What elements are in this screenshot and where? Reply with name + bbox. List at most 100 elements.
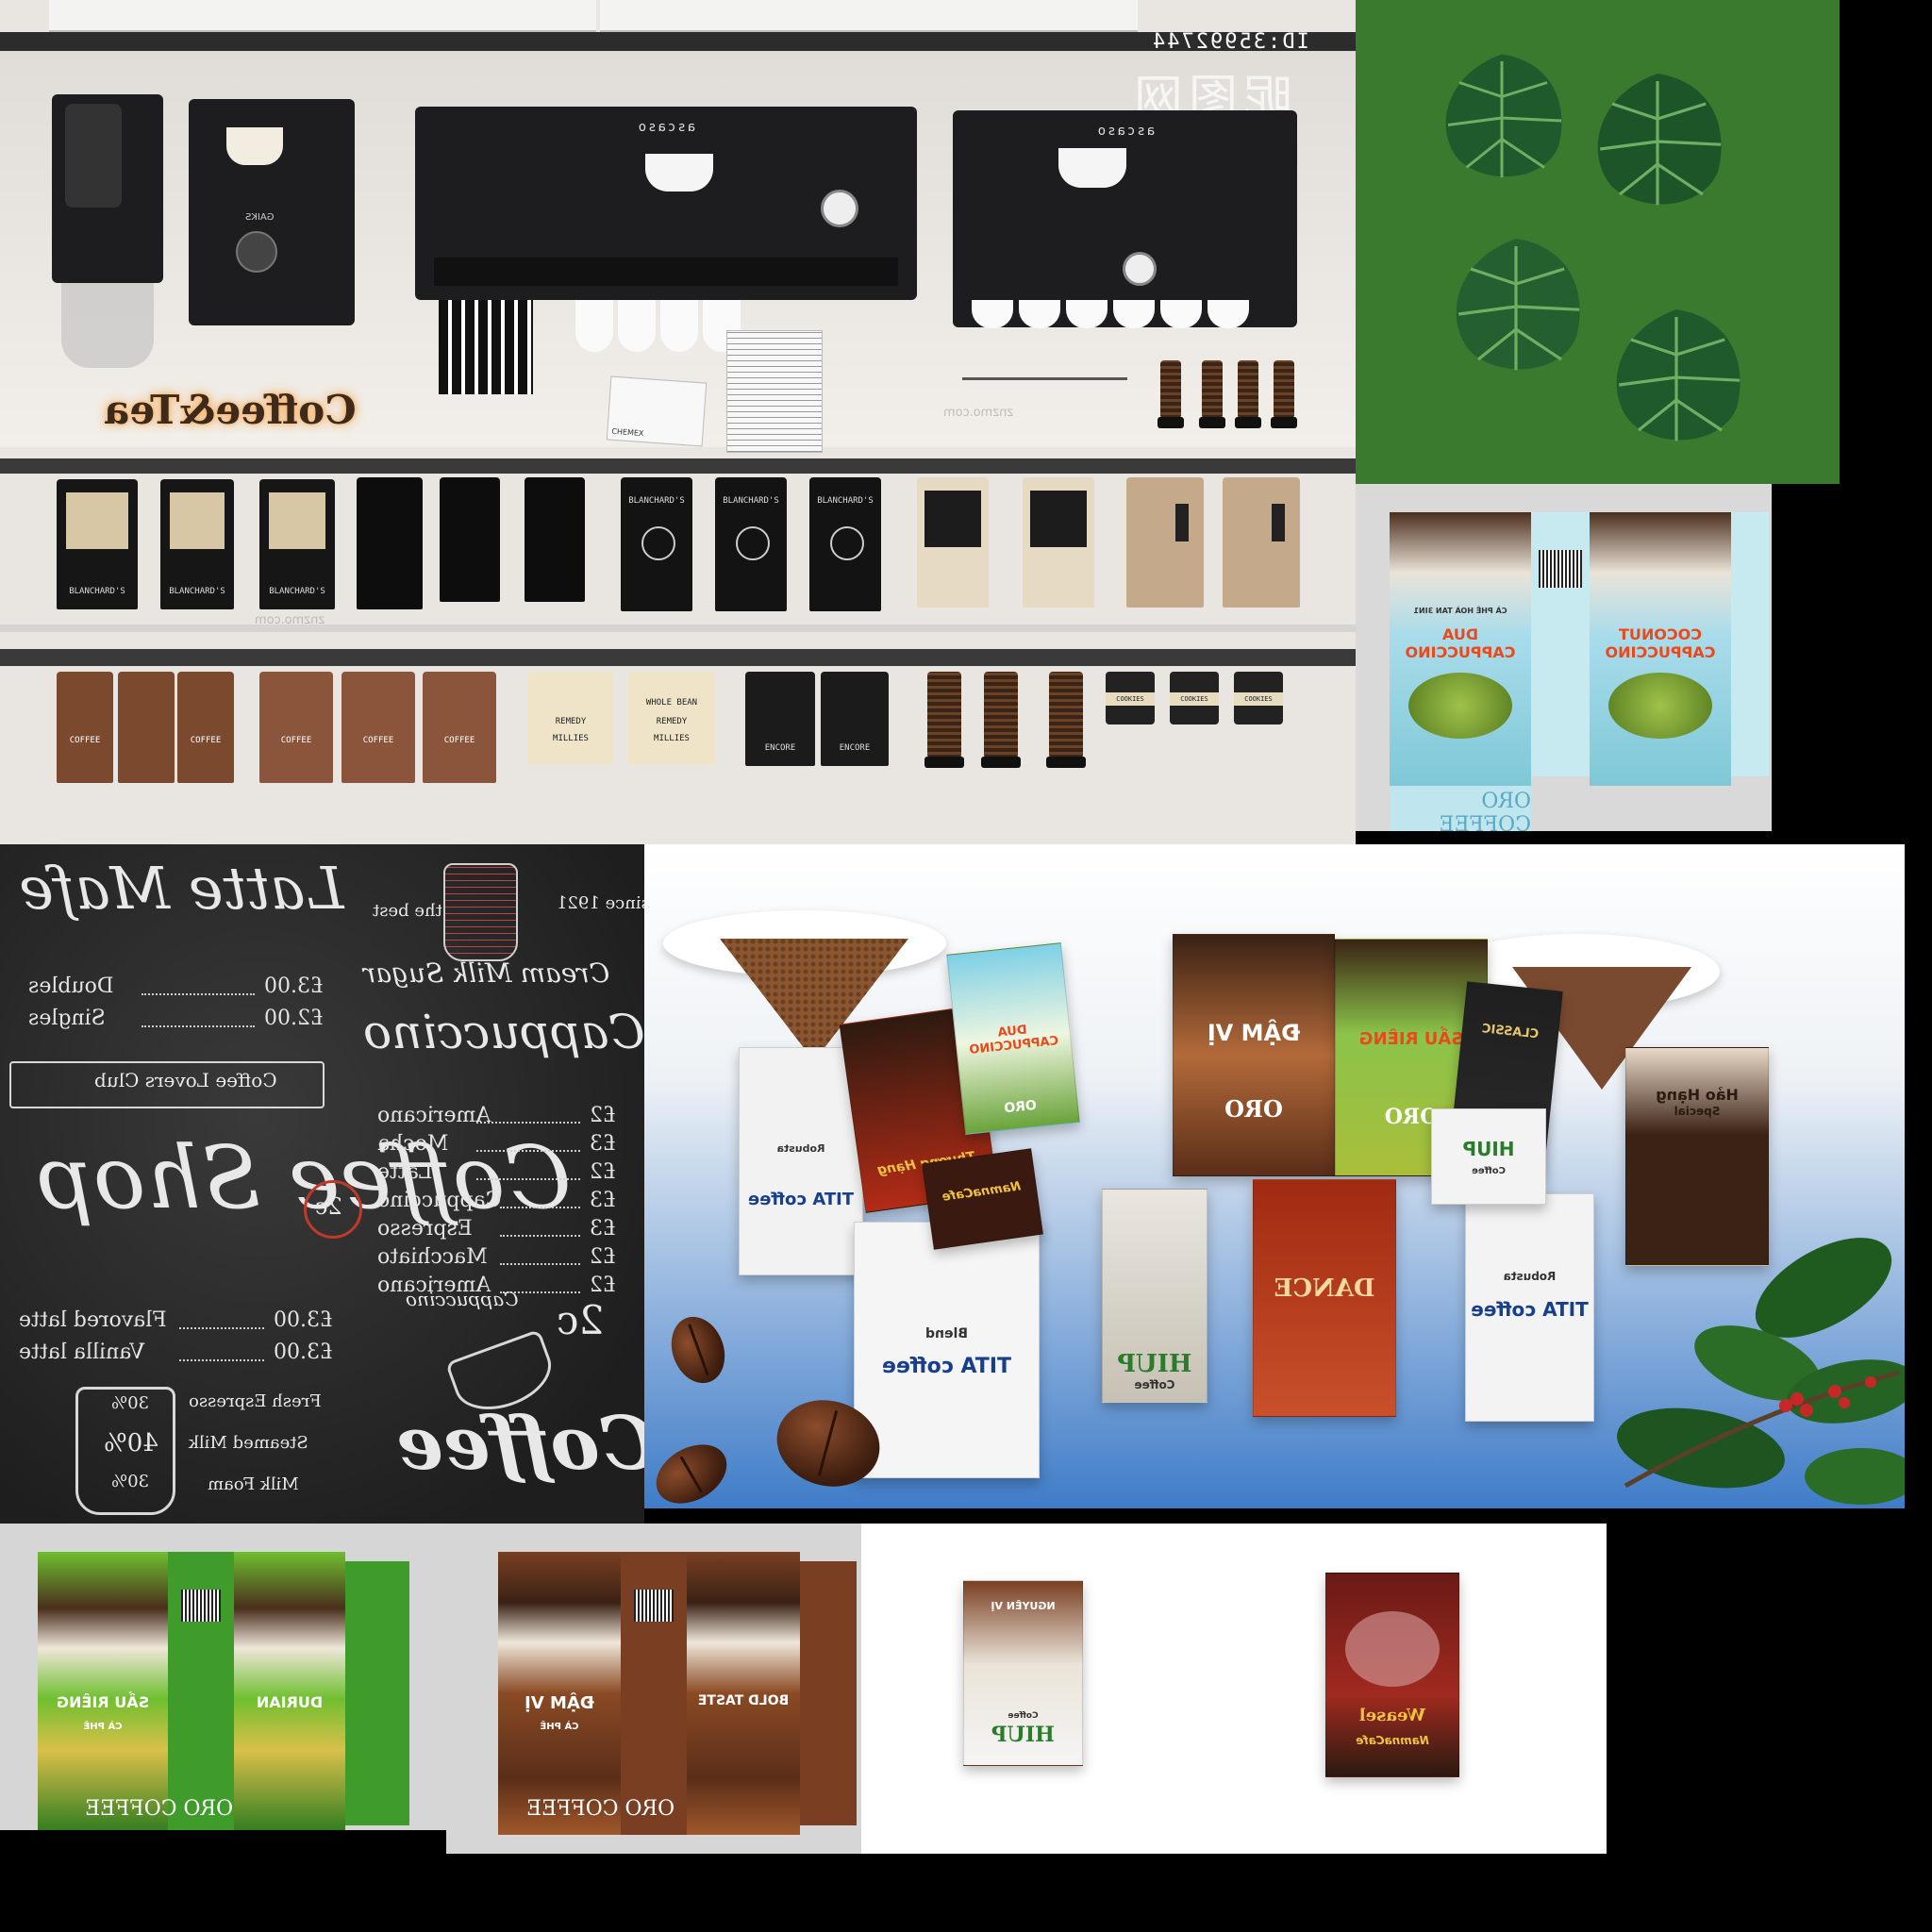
package-name: HIUP (1117, 1350, 1192, 1378)
blue-box-dieline: DUA CAPPUCCINO CÀ PHÊ HOÀ TAN 3IN1 ORO C… (1356, 484, 1772, 831)
cup-layer: 40% (104, 1429, 158, 1457)
menu-item-name: Cappuccino (377, 1189, 502, 1212)
black-gap (446, 1854, 861, 1932)
box-face-front: ĐẬM VỊ CÀ PHÊ (498, 1552, 621, 1835)
chalk-title: Latte Mafe (19, 854, 344, 923)
face-tagline: CÀ PHÊ (83, 1722, 123, 1732)
fruit-icon (1408, 673, 1512, 739)
grinder-jar (61, 283, 154, 368)
coffee-jar (924, 672, 964, 768)
menu-dots (500, 1207, 580, 1208)
bag-label: MILLIES (553, 734, 589, 743)
box-side (345, 1561, 409, 1825)
menu-item-name: Singles (28, 1007, 106, 1030)
package-box: HIUP Coffee (1431, 1108, 1546, 1205)
small-espresso-machine: GAIKS (189, 99, 355, 325)
chalk-since: since 1921 (557, 893, 644, 913)
brand-logo: ORO COFFEE (526, 1797, 675, 1821)
logo-badge (736, 526, 770, 560)
face-tagline: CÀ PHÊ (540, 1722, 579, 1732)
coffee-bag: COFFEE (57, 672, 113, 783)
monstera-leaf-icon (1597, 74, 1722, 206)
shelf-rail (0, 649, 1356, 666)
poster-text: CHEMEX (611, 426, 644, 439)
cup-icon (575, 300, 613, 352)
fruit-icon (1608, 673, 1712, 739)
box-name: Weasel (1358, 1706, 1426, 1725)
black-gap (644, 1508, 1905, 1524)
menu-item-name: Americano (377, 1104, 491, 1127)
coffee-bean-icon (645, 1432, 738, 1508)
barcode-icon (1539, 550, 1582, 588)
coffee-cup-icon (443, 863, 518, 961)
coffee-bag: ENCORE (821, 672, 889, 766)
chalk-ribbon: Coffee Lovers Club (94, 1069, 277, 1091)
bag-label: BLANCHARD'S (169, 587, 225, 596)
menu-item-price: £3 (590, 1217, 616, 1241)
chalk-cream: Cream Milk Sugar (363, 958, 610, 989)
coffee-bag: BLANCHARD'S (57, 479, 138, 609)
knob-icon (236, 231, 277, 273)
cup-icon (618, 300, 656, 352)
cookie-tin: COOKIES (1234, 672, 1283, 724)
control-strip (434, 258, 898, 286)
package-box: NamnaCafe (922, 1148, 1043, 1250)
box-sub: NamnaCafe (1356, 1734, 1429, 1747)
barcode-icon (181, 1590, 221, 1622)
machine-brand: ascaso (636, 120, 696, 135)
coffee-bag: REMEDY MILLIES (528, 672, 613, 764)
package-brand: Coffee (1472, 1166, 1506, 1176)
menu-item-price: £3.00 (274, 1308, 333, 1332)
chalkboard-menu: Latte Mafe the best since 1921 Cream Mil… (0, 844, 644, 1524)
menu-item-price: £3.00 (264, 974, 324, 998)
coffee-bag (917, 477, 989, 608)
package-box: DANCE (1253, 1179, 1396, 1417)
face-tagline: CÀ PHÊ HOÀ TAN 3IN1 (1413, 607, 1507, 615)
package-name: ĐẬM VỊ (1207, 1020, 1301, 1046)
green-box-dieline: SẦU RIÊNG CÀ PHÊ DURIAN ORO COFFEE (0, 1524, 446, 1830)
bag-label: COFFEE (280, 736, 312, 745)
coffee-bag (118, 672, 175, 783)
menu-item-name: Doubles (28, 974, 114, 998)
cup-side-label: Fresh Espresso (189, 1391, 322, 1411)
box-side (1531, 512, 1590, 776)
package-name: TITA coffee (882, 1355, 1011, 1378)
black-gap (1607, 1524, 1932, 1932)
coffee-bag: BLANCHARD'S (621, 477, 692, 611)
coffee-bag (525, 477, 585, 602)
paper-cups (439, 300, 533, 394)
package-brand: Robusta (1503, 1270, 1557, 1283)
brand-logo: ORO COFFEE (1439, 790, 1531, 831)
menu-dots (500, 1263, 580, 1265)
bag-window (1272, 504, 1285, 541)
package-name: Hảo Hạng (1656, 1086, 1739, 1104)
package-brand: ORO (1224, 1095, 1283, 1123)
bag-illustration (170, 492, 225, 549)
menu-dots (142, 1025, 255, 1027)
menu-item-price: £3.00 (274, 1341, 333, 1364)
box-name: HIUP (991, 1723, 1055, 1747)
coffee-jar (1158, 360, 1184, 428)
package-brand: Robusta (776, 1142, 825, 1155)
package-box: DUA CAPPUCCINO ORO (946, 942, 1080, 1135)
bag-illustration (924, 491, 981, 547)
bag-label: COFFEE (69, 736, 101, 745)
menu-item-name: Flavored latte (19, 1308, 167, 1332)
bag-label: MILLIES (654, 734, 690, 743)
box-face-back: BOLD TASTE (687, 1552, 800, 1835)
coffee-bag: BLANCHARD'S (809, 477, 881, 611)
coffee-bag: COFFEE (177, 672, 234, 783)
face-title: DURIAN (256, 1693, 324, 1711)
menu-item-price: £2 (590, 1160, 616, 1184)
coffee-bag: BLANCHARD'S (715, 477, 787, 611)
chalk-the-best: the best (373, 901, 442, 921)
bag-label: BLANCHARD'S (723, 496, 779, 506)
menu-item-price: £3 (590, 1189, 616, 1212)
barcode-icon (634, 1590, 674, 1622)
box-sub: Coffee (1008, 1711, 1039, 1721)
poster: CHEMEX (606, 375, 708, 447)
cup-icon (660, 300, 698, 352)
face-title: COCONUT CAPPUCCINO (1605, 625, 1716, 661)
package-name: DUA CAPPUCCINO (968, 1023, 1059, 1058)
machine-brand: ascaso (1095, 124, 1155, 139)
